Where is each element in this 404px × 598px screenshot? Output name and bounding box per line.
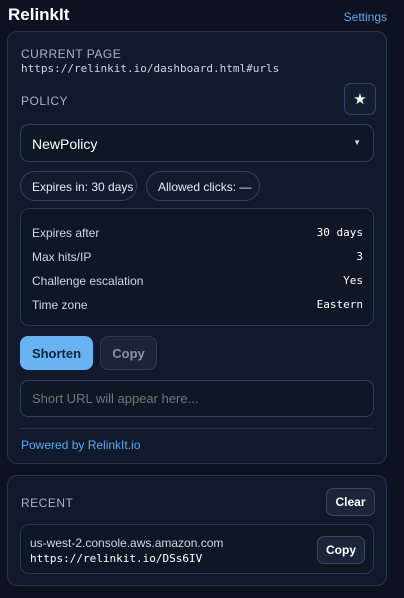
favorite-policy-button[interactable]: ★ — [344, 83, 376, 115]
list-item: us-west-2.console.aws.amazon.com https:/… — [20, 524, 374, 574]
detail-key: Expires after — [32, 226, 100, 240]
shortener-card: CURRENT PAGE https://relinkit.io/dashboa… — [7, 31, 387, 464]
policy-label: POLICY — [21, 94, 69, 108]
app-header: RelinkIt Settings — [0, 0, 404, 31]
detail-value: 30 days — [316, 226, 363, 239]
detail-key: Max hits/IP — [32, 250, 92, 264]
policy-select[interactable]: NewPolicy ▼ — [20, 124, 374, 162]
shorten-button[interactable]: Shorten — [20, 336, 93, 370]
star-icon: ★ — [353, 91, 367, 108]
detail-row: Challenge escalation Yes — [21, 269, 373, 293]
current-page-label: CURRENT PAGE — [21, 47, 122, 61]
recent-item-host: us-west-2.console.aws.amazon.com — [30, 536, 224, 550]
recent-item-copy-button[interactable]: Copy — [317, 536, 365, 564]
short-url-field[interactable] — [20, 380, 374, 417]
detail-row: Expires after 30 days — [21, 221, 373, 245]
chevron-down-icon: ▼ — [353, 138, 361, 147]
app-title: RelinkIt — [8, 5, 70, 24]
powered-by-link[interactable]: Powered by RelinkIt.io — [21, 438, 140, 452]
detail-value: 3 — [356, 250, 363, 263]
detail-key: Time zone — [32, 298, 88, 312]
divider — [20, 428, 374, 429]
detail-value: Yes — [343, 274, 363, 287]
copy-button[interactable]: Copy — [100, 336, 157, 370]
recent-item-short-url: https://relinkit.io/DSs6IV — [30, 552, 203, 565]
recent-card: RECENT Clear us-west-2.console.aws.amazo… — [7, 475, 387, 586]
detail-row: Max hits/IP 3 — [21, 245, 373, 269]
expires-pill: Expires in: 30 days — [20, 171, 137, 201]
detail-value: Eastern — [316, 298, 363, 311]
detail-row: Time zone Eastern — [21, 293, 373, 317]
detail-key: Challenge escalation — [32, 274, 144, 288]
current-page-url: https://relinkit.io/dashboard.html#urls — [21, 62, 280, 75]
recent-label: RECENT — [21, 496, 74, 510]
policy-details: Expires after 30 days Max hits/IP 3 Chal… — [20, 208, 374, 326]
policy-select-value: NewPolicy — [32, 136, 98, 152]
settings-link[interactable]: Settings — [344, 10, 387, 24]
allowed-clicks-pill: Allowed clicks: — — [146, 171, 260, 201]
clear-recent-button[interactable]: Clear — [326, 488, 375, 516]
